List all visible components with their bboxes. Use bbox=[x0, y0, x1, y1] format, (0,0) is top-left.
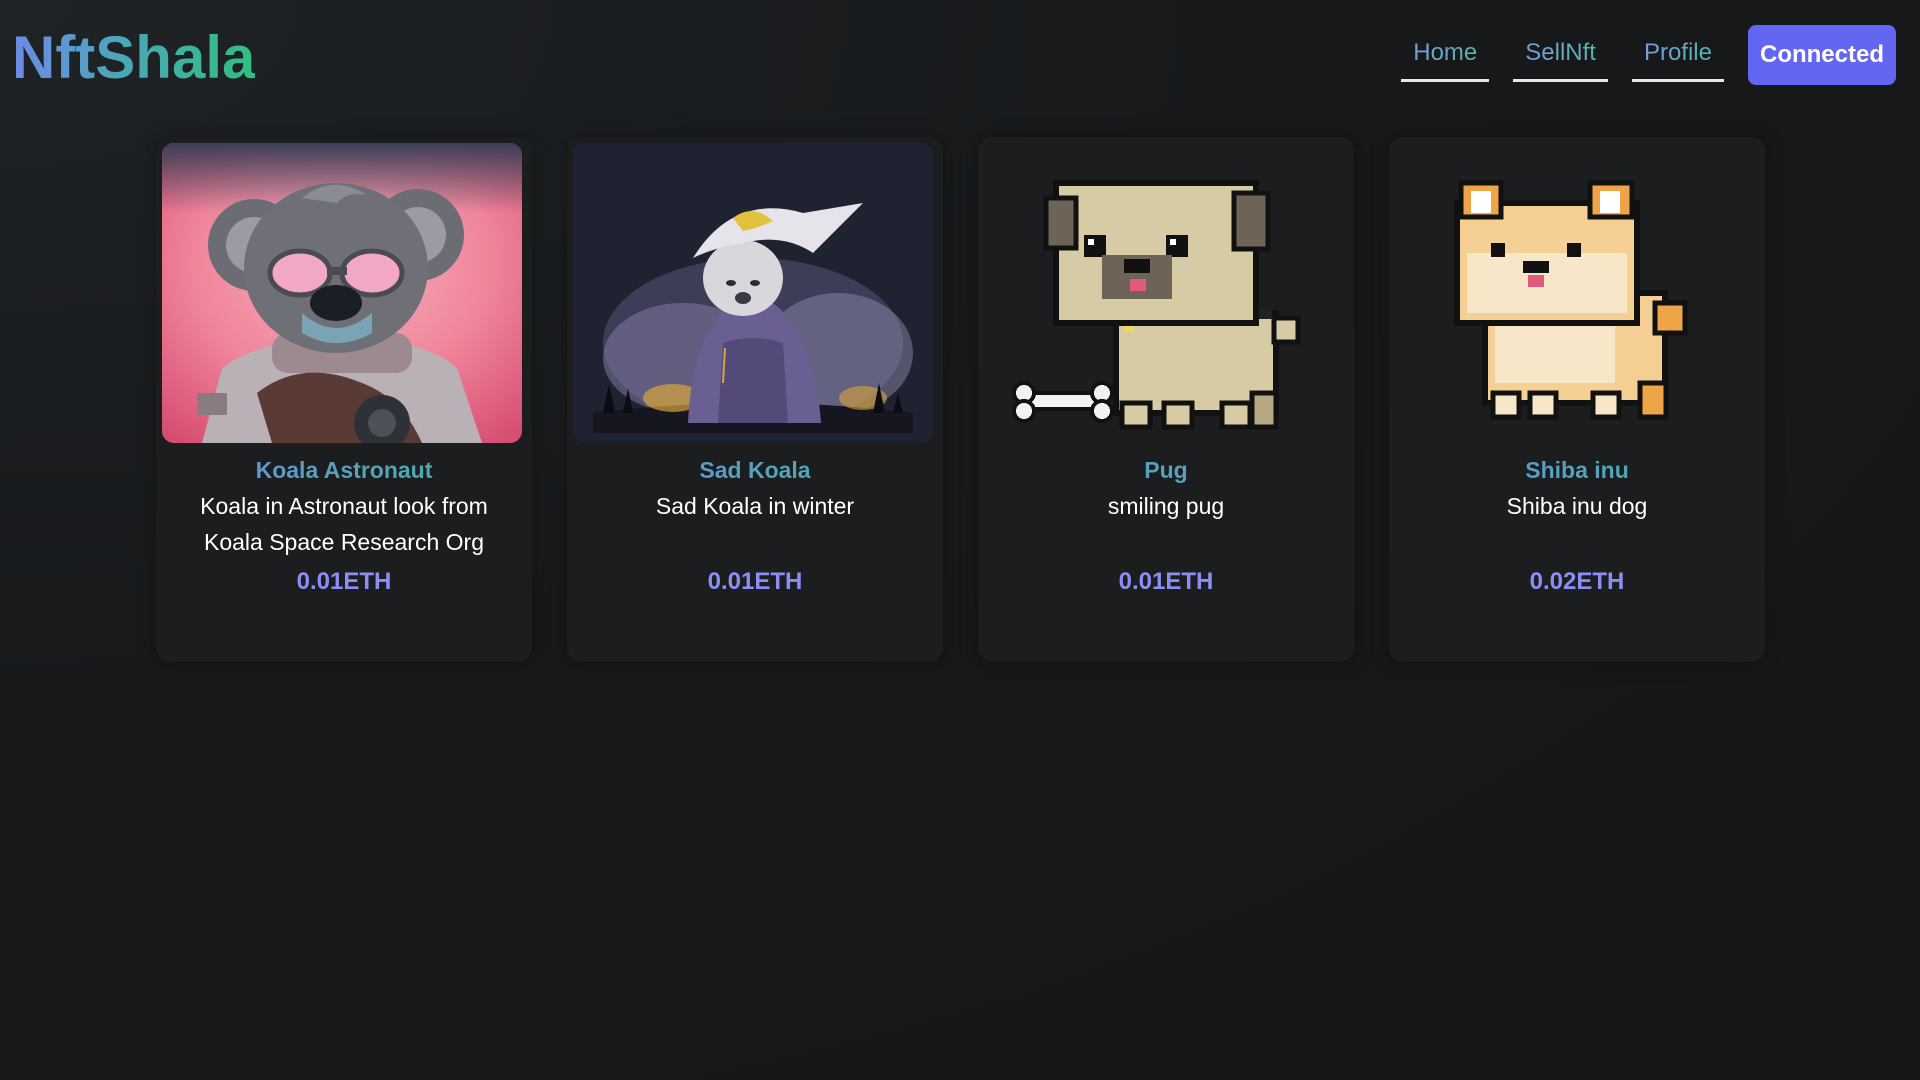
nav-profile-link[interactable]: Profile bbox=[1631, 25, 1724, 82]
koala-astronaut-image[interactable] bbox=[162, 143, 522, 443]
nft-price: 0.02ETH bbox=[1529, 568, 1625, 595]
nft-description: Shiba inu dog bbox=[1506, 493, 1648, 519]
site-header: NftShala Home SellNft Profile Connected bbox=[0, 0, 1920, 110]
site-logo[interactable]: NftShala bbox=[12, 22, 255, 94]
nft-title: Koala Astronaut bbox=[156, 455, 532, 485]
nav-home-link[interactable]: Home bbox=[1401, 25, 1490, 82]
nft-price: 0.01ETH bbox=[296, 568, 392, 595]
sad-koala-image[interactable] bbox=[573, 143, 933, 443]
nft-description: Koala in Astronaut look from Koala Space… bbox=[200, 493, 488, 555]
nft-card[interactable]: Koala Astronaut Koala in Astronaut look … bbox=[156, 137, 532, 662]
nft-card[interactable]: Pug smiling pug 0.01ETH bbox=[978, 137, 1354, 662]
pixel-pug-image[interactable] bbox=[984, 143, 1344, 443]
nft-price: 0.01ETH bbox=[707, 568, 803, 595]
nft-title: Pug bbox=[978, 455, 1354, 485]
nft-description: Sad Koala in winter bbox=[655, 493, 855, 519]
nft-title: Sad Koala bbox=[567, 455, 943, 485]
pixel-shiba-image[interactable] bbox=[1395, 143, 1755, 443]
nft-card[interactable]: Shiba inu Shiba inu dog 0.02ETH bbox=[1389, 137, 1765, 662]
nav-sell-link[interactable]: SellNft bbox=[1513, 25, 1608, 82]
main-nav: Home SellNft Profile Connected bbox=[1401, 25, 1896, 85]
nft-price: 0.01ETH bbox=[1118, 568, 1214, 595]
connect-wallet-button[interactable]: Connected bbox=[1747, 25, 1896, 85]
nft-card[interactable]: Sad Koala Sad Koala in winter 0.01ETH bbox=[567, 137, 943, 662]
nft-description: smiling pug bbox=[1107, 493, 1225, 519]
nft-grid: Koala Astronaut Koala in Astronaut look … bbox=[156, 137, 1765, 662]
nft-title: Shiba inu bbox=[1389, 455, 1765, 485]
